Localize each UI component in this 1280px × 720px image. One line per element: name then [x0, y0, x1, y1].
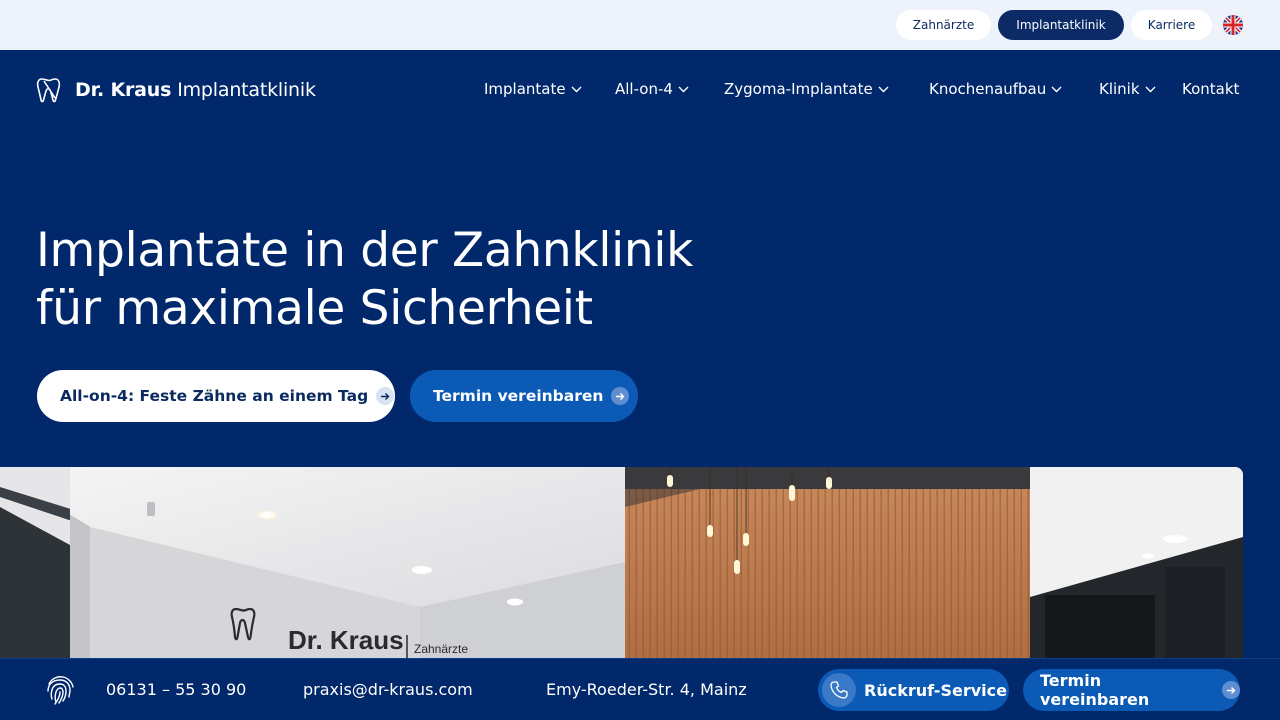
uk-flag-icon[interactable] [1223, 15, 1243, 35]
nav-item-klinik[interactable]: Klinik [1099, 76, 1156, 102]
clinic-reception-photo: Dr. Kraus Zahnärzte [0, 467, 1243, 662]
email-link[interactable]: praxis@dr-kraus.com [303, 679, 473, 701]
clinic-sign-subtitle: Zahnärzte [414, 642, 468, 656]
nav-item-label: All-on-4 [615, 80, 673, 98]
nav-item-label: Klinik [1099, 80, 1140, 98]
nav-item-all-on-4[interactable]: All-on-4 [615, 76, 689, 102]
chevron-down-icon [571, 86, 582, 92]
nav-item-knochenaufbau[interactable]: Knochenaufbau [929, 76, 1062, 102]
phone-link[interactable]: 06131 – 55 30 90 [106, 679, 246, 701]
button-label: Termin vereinbaren [433, 387, 604, 405]
topbar-link-karriere[interactable]: Karriere [1131, 10, 1212, 40]
phone-icon [822, 673, 856, 707]
nav-item-label: Implantate [484, 80, 566, 98]
clinic-interior-illustration: Dr. Kraus Zahnärzte [0, 467, 1243, 662]
chevron-down-icon [878, 86, 889, 92]
contact-bar: 06131 – 55 30 90 praxis@dr-kraus.com Emy… [0, 658, 1280, 720]
nav-item-implantate[interactable]: Implantate [484, 76, 582, 102]
tooth-icon [36, 78, 61, 103]
chevron-down-icon [1051, 86, 1062, 92]
hero-title: Implantate in der Zahnklinik für maximal… [36, 222, 796, 338]
logo-subtitle: Implantatklinik [177, 79, 316, 101]
topbar-link-implantatklinik[interactable]: Implantatklinik [998, 10, 1124, 40]
arrow-right-icon [376, 387, 395, 405]
nav-item-label: Knochenaufbau [929, 80, 1047, 98]
termin-vereinbaren-button[interactable]: Termin vereinbaren [410, 370, 638, 422]
chevron-down-icon [678, 86, 689, 92]
site-logo[interactable]: Dr. Kraus Implantatklinik [36, 76, 316, 104]
hero-title-line-2: für maximale Sicherheit [36, 281, 593, 336]
nav-item-zygoma-implantate[interactable]: Zygoma-Implantate [724, 76, 889, 102]
topbar-link-zahnaerzte[interactable]: Zahnärzte [896, 10, 991, 40]
arrow-right-icon [611, 387, 630, 405]
rueckruf-service-button[interactable]: Rückruf-Service [818, 669, 1009, 711]
button-label: All-on-4: Feste Zähne an einem Tag [60, 387, 369, 405]
nav-item-kontakt[interactable]: Kontakt [1182, 76, 1239, 102]
address-link[interactable]: Emy-Roeder-Str. 4, Mainz [546, 679, 747, 701]
fingerprint-icon [47, 676, 74, 705]
clinic-sign-name: Dr. Kraus [288, 625, 404, 655]
hero-title-line-1: Implantate in der Zahnklinik [36, 223, 694, 278]
arrow-right-icon [1222, 681, 1240, 699]
chevron-down-icon [1145, 86, 1156, 92]
all-on-4-button[interactable]: All-on-4: Feste Zähne an einem Tag [37, 370, 395, 422]
nav-item-label: Zygoma-Implantate [724, 80, 873, 98]
button-label: Termin vereinbaren [1040, 671, 1150, 709]
logo-name: Dr. Kraus [75, 79, 172, 101]
nav-item-label: Kontakt [1182, 80, 1240, 98]
top-bar: Zahnärzte Implantatklinik Karriere [0, 0, 1280, 50]
termin-vereinbaren-bar-button[interactable]: Termin vereinbaren [1023, 669, 1240, 711]
button-label: Rückruf-Service [864, 680, 1007, 700]
